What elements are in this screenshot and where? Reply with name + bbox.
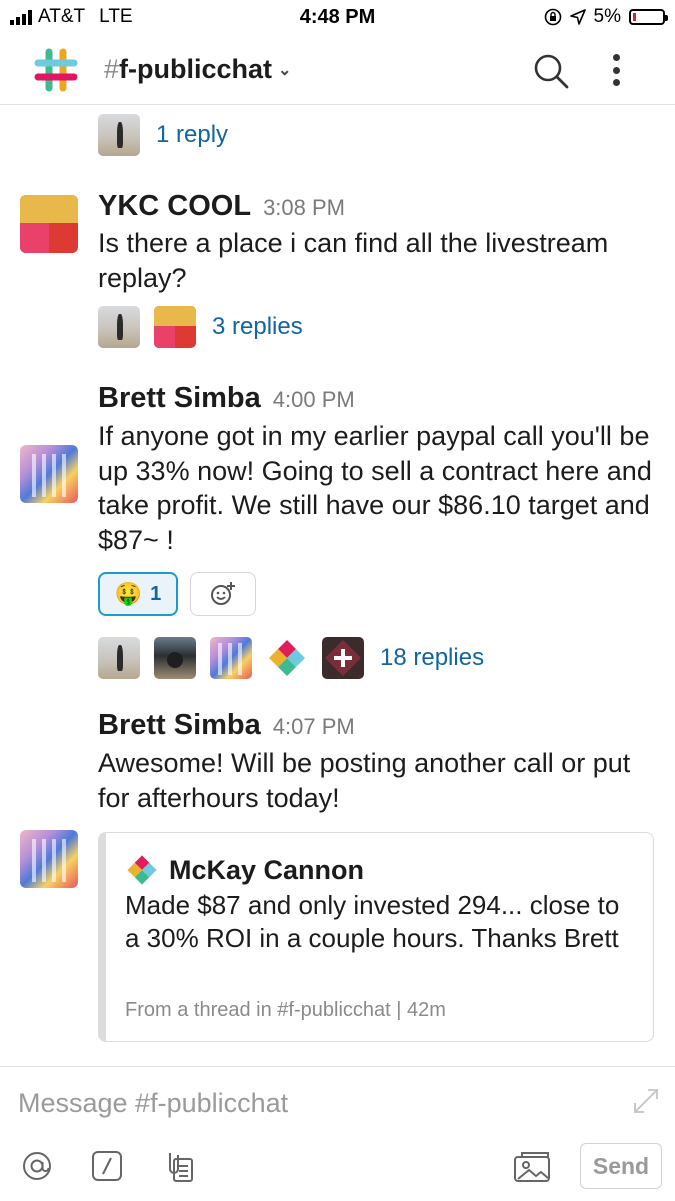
message-author[interactable]: Brett Simba 4:00 PM (98, 382, 355, 415)
reaction-count: 1 (150, 582, 162, 605)
avatar (98, 306, 140, 348)
channel-name: f-publicchat (119, 54, 273, 84)
channel-title[interactable]: # f-publicchat ⌄ (104, 54, 291, 85)
message-time: 3:08 PM (263, 195, 345, 220)
replies-link[interactable]: 18 replies (380, 644, 484, 672)
add-emoji-icon (211, 582, 235, 605)
expand-icon[interactable] (630, 1085, 662, 1117)
avatar (98, 114, 140, 156)
avatar (322, 637, 364, 679)
avatar[interactable] (20, 830, 78, 888)
attachment-author-name: McKay Cannon (169, 854, 365, 885)
message-author[interactable]: YKC COOL 3:08 PM (98, 190, 345, 223)
message-text: Awesome! Will be posting another call or… (98, 748, 631, 813)
search-icon[interactable] (532, 52, 570, 90)
more-vertical-icon[interactable] (604, 50, 628, 90)
avatar (125, 853, 159, 887)
channel-header: # f-publicchat ⌄ (0, 36, 675, 105)
message-list: 1 reply YKC COOL 3:08 PM Is there a place… (0, 105, 675, 1065)
money-mouth-emoji: 🤑 (114, 581, 143, 606)
avatar (266, 637, 308, 679)
chevron-down-icon: ⌄ (278, 61, 292, 79)
mention-icon[interactable] (20, 1149, 54, 1183)
file-icon[interactable] (162, 1149, 196, 1183)
avatar (210, 637, 252, 679)
avatar[interactable] (20, 195, 78, 253)
location-arrow-icon (569, 9, 586, 25)
channel-hash: # (104, 54, 120, 84)
battery-icon (629, 9, 668, 25)
avatar (98, 637, 140, 679)
send-button[interactable]: Send (580, 1143, 662, 1189)
attachment-text: Made $87 and only invested 294... close … (125, 890, 620, 953)
battery-percent: 5% (593, 6, 621, 27)
author-name[interactable]: YKC COOL (98, 190, 251, 222)
attachment-footer[interactable]: From a thread in #f-publicchat | 42m (125, 999, 446, 1022)
status-bar: AT&T LTE 4:48 PM 5% (0, 0, 675, 36)
message-text: If anyone got in my earlier paypal call … (98, 421, 652, 555)
slash-command-icon[interactable] (90, 1149, 124, 1183)
slack-logo-icon[interactable] (32, 46, 80, 94)
thread-replies[interactable]: 1 reply (98, 114, 228, 156)
message-input[interactable] (18, 1081, 608, 1125)
thread-replies[interactable]: 18 replies (98, 637, 484, 679)
replies-link[interactable]: 3 replies (212, 313, 303, 341)
avatar (154, 306, 196, 348)
avatar (154, 637, 196, 679)
image-icon[interactable] (512, 1149, 552, 1183)
add-reaction-button[interactable] (190, 572, 256, 616)
author-name[interactable]: Brett Simba (98, 382, 261, 414)
message-time: 4:00 PM (272, 387, 355, 412)
attachment-author[interactable]: McKay Cannon (125, 853, 364, 887)
author-name[interactable]: Brett Simba (98, 709, 261, 741)
message-composer: Send (0, 1066, 675, 1201)
replies-link[interactable]: 1 reply (156, 121, 228, 149)
shared-message-attachment[interactable]: McKay Cannon Made $87 and only invested … (98, 832, 654, 1042)
emoji-reaction[interactable]: 🤑 1 (98, 572, 178, 616)
avatar[interactable] (20, 445, 78, 503)
lock-rotation-icon (544, 8, 561, 26)
message-author[interactable]: Brett Simba 4:07 PM (98, 709, 355, 742)
thread-replies[interactable]: 3 replies (98, 306, 303, 348)
message-time: 4:07 PM (272, 714, 355, 739)
attachment-bar (99, 833, 106, 1041)
message-text: Is there a place i can find all the live… (98, 228, 609, 293)
